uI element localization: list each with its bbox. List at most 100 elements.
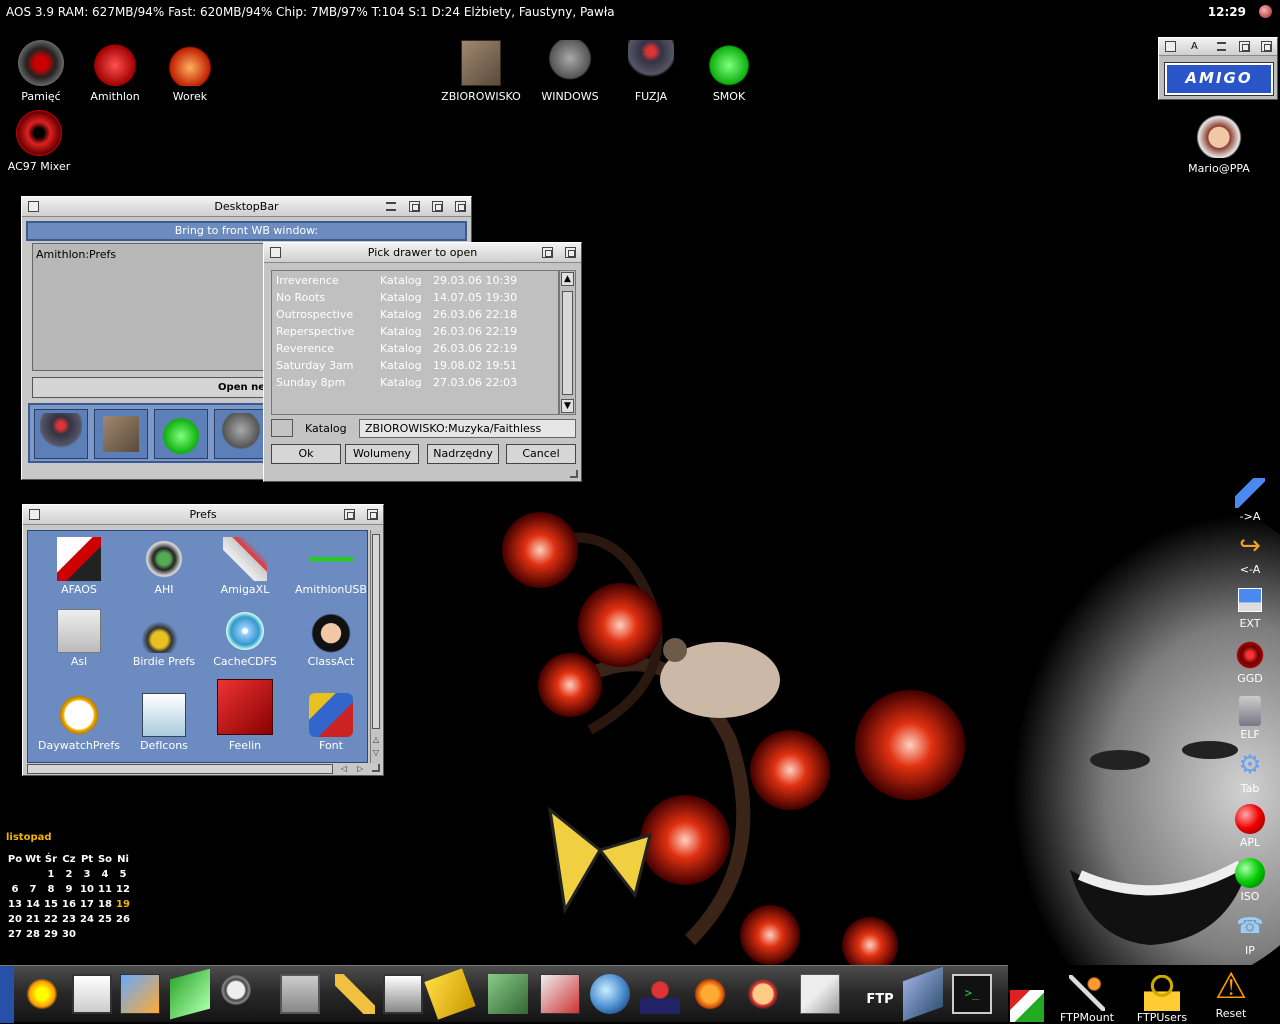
maximize-gadget-icon[interactable] — [432, 201, 443, 212]
desktopbar-titlebar[interactable]: DesktopBar — [22, 197, 471, 217]
depth-gadget-icon[interactable] — [1261, 41, 1272, 52]
scroll-left-icon[interactable]: ◁ — [341, 764, 347, 773]
zoom-gadget-icon[interactable] — [1239, 41, 1250, 52]
scroll-right-icon[interactable]: ▷ — [357, 764, 363, 773]
notepad-icon[interactable] — [170, 968, 210, 1020]
prefs-icon-birdie[interactable]: Birdie Prefs — [123, 609, 205, 668]
amiga-boing-icon[interactable] — [1010, 990, 1044, 1022]
close-gadget-icon[interactable] — [29, 509, 40, 520]
amigo-logo[interactable]: AMIGO — [1164, 62, 1274, 96]
hat-icon[interactable] — [640, 974, 680, 1014]
dock-item-zbiorowisko[interactable] — [94, 409, 148, 459]
sun-icon[interactable] — [22, 974, 62, 1014]
prefs-icon-ahi[interactable]: AHI — [123, 537, 205, 596]
ftpusers-icon[interactable]: FTPUsers — [1131, 975, 1193, 1024]
monitor-icon[interactable] — [280, 974, 320, 1014]
shell-icon[interactable]: >_ — [952, 974, 992, 1014]
floppy-disk-icon[interactable] — [424, 968, 476, 1020]
drawer-file-list[interactable]: Irreverence Katalog 29.03.06 10:39 No Ro… — [271, 270, 559, 415]
prefs-icon-amigaxl[interactable]: AmigaXL — [204, 537, 286, 596]
depth-gadget-icon[interactable] — [367, 509, 378, 520]
prefs-icon-classact[interactable]: ClassAct — [290, 609, 372, 668]
media-player-icon[interactable] — [540, 974, 580, 1014]
smiley-sun-icon[interactable] — [743, 974, 783, 1014]
appicon-iso[interactable]: ISO — [1224, 858, 1276, 903]
browser-globe-icon[interactable] — [590, 974, 630, 1014]
prefs-icon-afaos[interactable]: AFAOS — [38, 537, 120, 596]
cancel-button[interactable]: Cancel — [506, 444, 576, 464]
dock-item-windows[interactable] — [214, 409, 268, 459]
list-item[interactable]: Amithlon:Prefs — [36, 248, 268, 261]
appicon-ext[interactable]: EXT — [1224, 588, 1276, 630]
depth-gadget-icon[interactable] — [455, 201, 466, 212]
iconify-gadget-icon[interactable] — [386, 202, 396, 211]
scroll-down-icon[interactable]: ▼ — [561, 399, 574, 413]
desktop-icon-worek[interactable]: Worek — [150, 40, 230, 103]
scroll-down-icon[interactable]: ▽ — [371, 748, 381, 757]
scroll-up-icon[interactable]: △ — [371, 735, 381, 744]
dock-handle[interactable] — [0, 966, 14, 1023]
appicon-apl[interactable]: APL — [1224, 804, 1276, 849]
ok-button[interactable]: Ok — [271, 444, 341, 464]
desktop-icon-fuzja[interactable]: FUZJA — [611, 40, 691, 103]
volumes-button[interactable]: Wolumeny — [345, 444, 419, 464]
prefs-icon-deficons[interactable]: DefIcons — [123, 693, 205, 752]
appicon-elf[interactable]: ELF — [1224, 696, 1276, 741]
desktop-icon-ac97-mixer[interactable]: AC97 Mixer — [0, 110, 79, 173]
prefs-horizontal-scrollbar[interactable] — [27, 764, 333, 774]
prefs-icon-amithlonusb[interactable]: AmithlonUSB — [290, 537, 372, 596]
desktop-icon-mario[interactable]: Mario@PPA — [1179, 112, 1259, 175]
reset-icon[interactable]: ⚠ Reset — [1200, 967, 1262, 1021]
appicon-to-amiga[interactable]: ->A — [1224, 478, 1276, 523]
wb-window-list[interactable]: Amithlon:Prefs — [32, 243, 272, 371]
close-gadget-icon[interactable] — [1165, 41, 1176, 52]
drawer-checkbox[interactable] — [271, 419, 293, 437]
scroll-up-icon[interactable]: ▲ — [561, 272, 574, 286]
desktop-icon-pamiec[interactable]: Pamięć — [1, 40, 81, 103]
desktop-icon-windows[interactable]: WINDOWS — [530, 40, 610, 103]
iconify-gadget-icon[interactable] — [1217, 42, 1226, 51]
zoom-gadget-icon[interactable] — [542, 247, 553, 258]
ftp-icon[interactable]: FTP — [860, 974, 900, 1014]
zoom-gadget-icon[interactable] — [409, 201, 420, 212]
resize-grip-icon[interactable] — [372, 764, 380, 772]
cube-icon[interactable] — [488, 974, 528, 1014]
close-gadget-icon[interactable] — [270, 247, 281, 258]
zoom-gadget-icon[interactable] — [344, 509, 355, 520]
scrollbar-knob[interactable] — [372, 534, 380, 729]
appicon-ggd[interactable]: GGD — [1224, 640, 1276, 685]
screen-depth-icon[interactable] — [1259, 5, 1272, 18]
prefs-vertical-scrollbar[interactable]: △ ▽ — [370, 530, 381, 763]
dock-item-smok[interactable] — [154, 409, 208, 459]
prefs-icon-daywatch[interactable]: DaywatchPrefs — [38, 693, 120, 752]
prefs-icon-asl[interactable]: Asl — [38, 609, 120, 668]
depth-gadget-icon[interactable] — [565, 247, 576, 258]
desktop-icon-zbiorowisko[interactable]: ZBIOROWISKO — [441, 40, 521, 103]
dock-item-fuzja[interactable] — [34, 409, 88, 459]
appicon-from-amiga[interactable]: ↪ <-A — [1224, 531, 1276, 576]
scrollbar-knob[interactable] — [562, 291, 573, 395]
prefs-icon-feelin[interactable]: Feelin — [204, 679, 286, 752]
close-gadget-icon[interactable] — [28, 201, 39, 212]
resize-grip-icon[interactable] — [570, 470, 578, 478]
prefs-icon-font[interactable]: Font — [290, 693, 372, 752]
ram-disk-icon[interactable] — [903, 966, 943, 1022]
screenshot-icon[interactable] — [383, 974, 423, 1014]
ftpmount-icon[interactable]: FTPMount — [1056, 975, 1118, 1024]
amigo-a-button[interactable]: A — [1191, 37, 1198, 57]
file-list-scrollbar[interactable]: ▲ ▼ — [559, 270, 576, 415]
desktop-icon-smok[interactable]: SMOK — [689, 40, 769, 103]
open-new-button[interactable]: Open ne — [32, 377, 272, 398]
pencil-tool-icon[interactable] — [335, 974, 375, 1014]
desktop-icon-amithlon[interactable]: Amithlon — [75, 40, 155, 103]
appicon-tab[interactable]: ⚙ Tab — [1224, 750, 1276, 795]
window-manager-icon[interactable] — [72, 974, 112, 1014]
workbench-icon[interactable] — [120, 974, 160, 1014]
fox-icon[interactable] — [690, 974, 730, 1014]
prefs-icon-cachecdfs[interactable]: CacheCDFS — [204, 609, 286, 668]
prefs-titlebar[interactable]: Prefs — [23, 505, 383, 525]
path-input[interactable]: ZBIOROWISKO:Muzyka/Faithless — [359, 419, 576, 438]
picker-titlebar[interactable]: Pick drawer to open — [264, 243, 581, 263]
appicon-ip[interactable]: ☎ IP — [1224, 912, 1276, 957]
search-icon[interactable] — [220, 974, 260, 1014]
